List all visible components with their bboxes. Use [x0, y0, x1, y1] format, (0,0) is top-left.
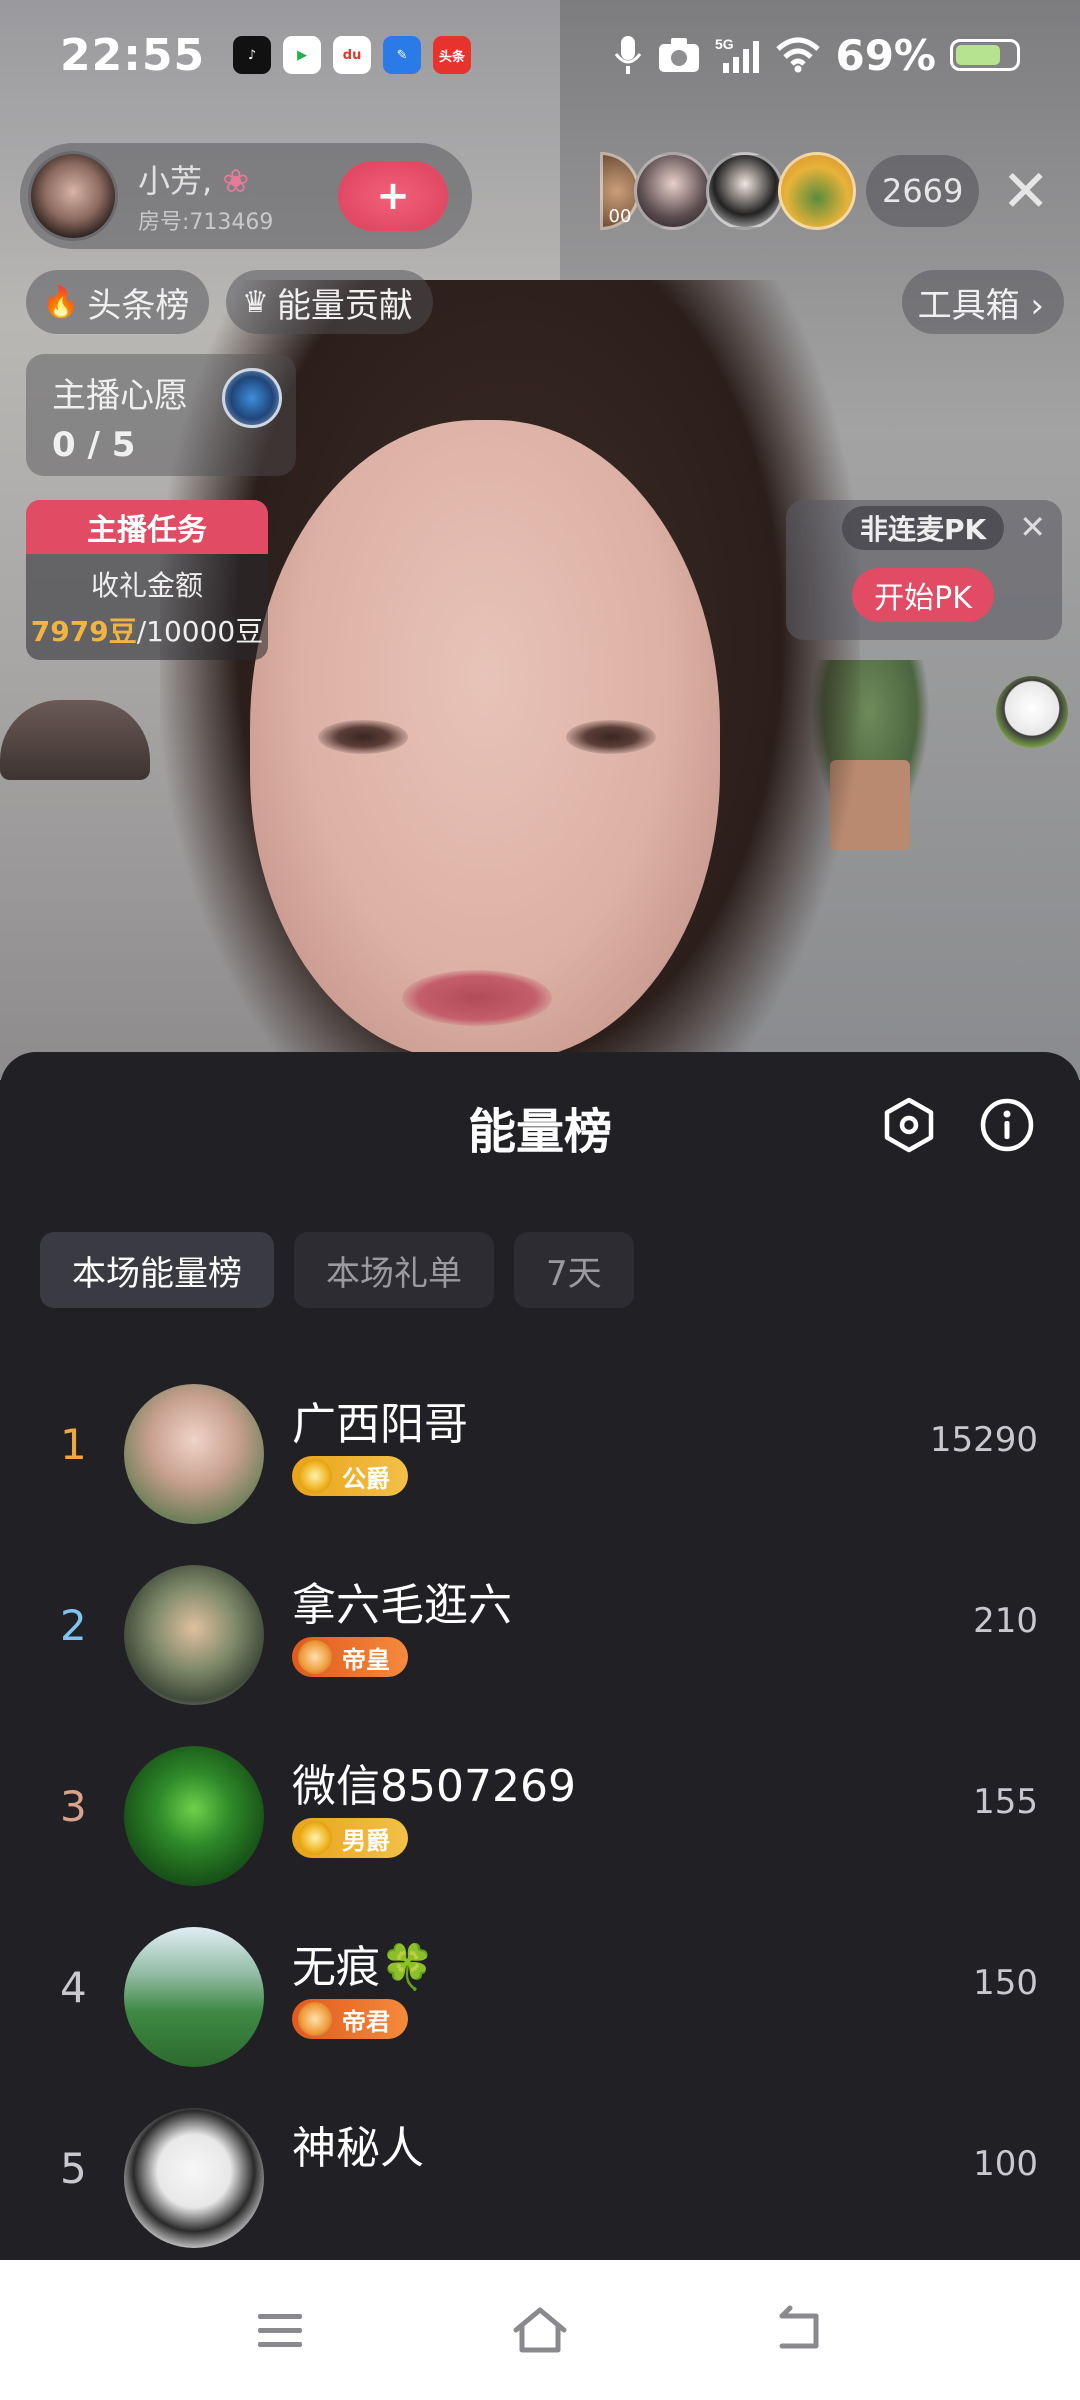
- wifi-icon: [776, 37, 821, 73]
- close-icon[interactable]: ✕: [1001, 162, 1050, 220]
- host-task-card[interactable]: 主播任务 收礼金额 7979豆/10000豆: [26, 500, 268, 660]
- rank-number: 2: [60, 1601, 87, 1650]
- user-avatar[interactable]: [124, 1927, 264, 2067]
- task-title: 主播任务: [26, 500, 268, 554]
- rank-list: 1 广西阳哥 公爵 15290 2 拿六毛逛六 帝皇 210 3 微信85072…: [0, 1364, 1080, 2269]
- settings-hex-icon[interactable]: [880, 1096, 938, 1154]
- toutiao-icon: 头条: [433, 36, 472, 74]
- rank-number: 5: [60, 2144, 87, 2193]
- home-icon[interactable]: [510, 2300, 570, 2360]
- status-bar: 22:55 ♪ ▶ du ✎ 头条 5G 69%: [0, 0, 1080, 110]
- svg-text:5G: 5G: [715, 36, 734, 52]
- rank-row[interactable]: 4 无痕🍀 帝君 150: [0, 1907, 1080, 2088]
- task-label: 收礼金额: [90, 569, 203, 602]
- user-score: 210: [973, 1601, 1038, 1641]
- user-name: 拿六毛逛六: [292, 1580, 512, 1631]
- battery-icon: [950, 39, 1020, 71]
- host-info: 小芳, ❀ 房号:713469: [138, 156, 273, 236]
- user-name: 微信8507269: [292, 1761, 576, 1812]
- battery-percent: 69%: [835, 30, 936, 80]
- tab-7-days[interactable]: 7天: [514, 1232, 634, 1308]
- rank-row[interactable]: 3 微信8507269 男爵 155: [0, 1726, 1080, 1907]
- flower-icon: ❀: [222, 162, 250, 200]
- user-name: 无痕🍀: [292, 1942, 435, 1993]
- video-eye-left: [318, 720, 408, 754]
- rank-row[interactable]: 5 神秘人 100: [0, 2088, 1080, 2269]
- status-right: 5G 69%: [613, 31, 1020, 80]
- rank-badge: 男爵: [292, 1818, 408, 1858]
- rank-badge: 帝君: [292, 1999, 408, 2039]
- video-lamp: [0, 700, 150, 780]
- video-lips: [402, 970, 552, 1026]
- menu-icon[interactable]: [250, 2300, 310, 2360]
- tab-current-gifts[interactable]: 本场礼单: [294, 1232, 494, 1308]
- video-eye-right: [566, 720, 656, 754]
- badge-gem-icon: [298, 1459, 332, 1493]
- host-room-number: 房号:713469: [138, 210, 274, 235]
- status-time: 22:55: [60, 29, 206, 81]
- notification-icons: ♪ ▶ du ✎ 头条: [233, 36, 472, 74]
- user-score: 100: [973, 2144, 1038, 2184]
- viewer-avatar[interactable]: [633, 152, 712, 230]
- pk-tag: 非连麦PK: [842, 506, 1005, 550]
- camera-icon: [659, 38, 700, 72]
- back-icon[interactable]: [770, 2300, 830, 2360]
- map-icon: du: [333, 36, 372, 74]
- user-name: 广西阳哥: [292, 1399, 468, 1450]
- play-icon: ▶: [283, 36, 322, 74]
- user-name: 神秘人: [292, 2123, 424, 2174]
- board-tabs: 本场能量榜 本场礼单 7天: [40, 1232, 634, 1308]
- host-name: 小芳, ❀: [138, 162, 250, 200]
- viewer-bar: 00 2669 ✕: [599, 152, 1050, 230]
- mic-icon: [615, 36, 642, 74]
- user-score: 150: [973, 1963, 1038, 2003]
- rank-badge: 公爵: [292, 1456, 408, 1496]
- rank-row[interactable]: 2 拿六毛逛六 帝皇 210: [0, 1545, 1080, 1726]
- rank-number: 1: [60, 1420, 87, 1469]
- fire-icon: 🔥: [42, 284, 80, 320]
- close-icon[interactable]: ✕: [1019, 508, 1046, 546]
- viewer-avatar[interactable]: [705, 152, 784, 230]
- host-info-pill[interactable]: 小芳, ❀ 房号:713469 +: [20, 143, 472, 249]
- user-avatar[interactable]: [124, 1746, 264, 1886]
- panda-icon[interactable]: [996, 676, 1068, 748]
- follow-button[interactable]: +: [338, 161, 448, 231]
- feather-icon: ✎: [383, 36, 422, 74]
- headline-chip[interactable]: 🔥 头条榜: [26, 270, 210, 334]
- tab-current-energy[interactable]: 本场能量榜: [40, 1232, 274, 1308]
- pk-card: 非连麦PK ✕ 开始PK: [786, 500, 1062, 640]
- badge-gem-icon: [298, 1821, 332, 1855]
- start-pk-button[interactable]: 开始PK: [852, 568, 994, 622]
- user-score: 155: [973, 1782, 1038, 1822]
- crown-icon: ♛: [242, 284, 269, 320]
- viewer-avatar[interactable]: [777, 152, 856, 230]
- viewer-count[interactable]: 2669: [865, 155, 980, 227]
- host-avatar[interactable]: [28, 151, 118, 241]
- user-avatar[interactable]: [124, 2108, 264, 2248]
- rank-row[interactable]: 1 广西阳哥 公爵 15290: [0, 1364, 1080, 1545]
- rank-number: 3: [60, 1782, 87, 1831]
- user-score: 15290: [929, 1420, 1038, 1460]
- tiktok-icon: ♪: [233, 36, 272, 74]
- navigation-bar: [0, 2260, 1080, 2400]
- user-avatar[interactable]: [124, 1565, 264, 1705]
- user-avatar[interactable]: [124, 1384, 264, 1524]
- signal-icon: 5G: [715, 36, 760, 73]
- toolbox-chip[interactable]: 工具箱 ›: [901, 270, 1064, 334]
- badge-gem-icon: [298, 1640, 332, 1674]
- rank-badge: 帝皇: [292, 1637, 408, 1677]
- energy-contribution-chip[interactable]: ♛ 能量贡献: [226, 270, 433, 334]
- info-icon[interactable]: [978, 1096, 1036, 1154]
- wish-count: 0 / 5: [52, 425, 136, 465]
- heart-gem-icon: [222, 368, 282, 428]
- rank-number: 4: [60, 1963, 87, 2012]
- energy-board-sheet: 能量榜 本场能量榜 本场礼单 7天 1 广西阳哥 公爵 15290 2 拿六毛逛: [0, 1052, 1080, 2260]
- badge-gem-icon: [298, 2002, 332, 2036]
- task-progress: 7979豆/10000豆: [30, 615, 264, 648]
